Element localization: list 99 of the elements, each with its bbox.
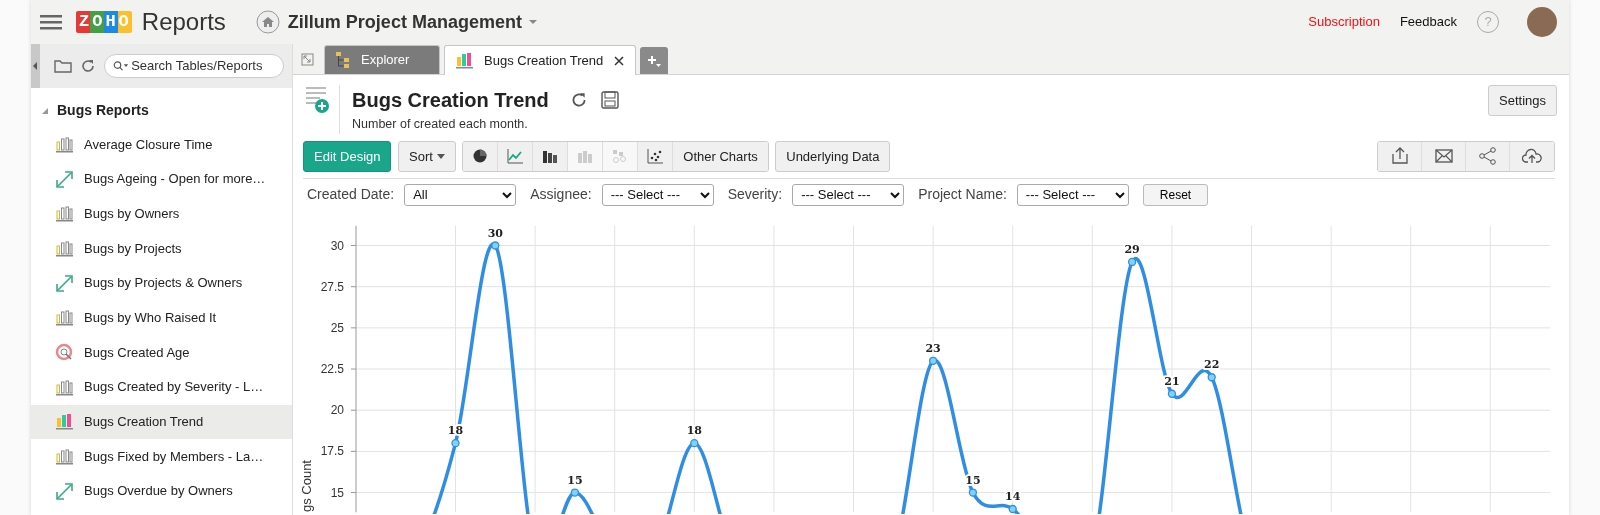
home-icon[interactable] (255, 10, 280, 34)
report-description: Number of created each month. (352, 116, 529, 133)
report-item[interactable]: Bugs by Owners (31, 196, 292, 232)
bar-chart-icon (55, 412, 74, 432)
bar-chart-icon (55, 238, 74, 258)
search-field[interactable]: Search Tables/Reports (104, 54, 284, 78)
collapse-handle[interactable] (31, 44, 40, 88)
sort-button[interactable]: Sort (398, 140, 456, 172)
refresh-icon[interactable] (80, 58, 96, 74)
ring-chart-icon (55, 342, 74, 362)
app-name: Reports (141, 7, 226, 37)
y-axis-label: gs Count (299, 459, 314, 512)
data-point (928, 356, 938, 365)
report-title: Bugs Creation Trend (352, 88, 549, 113)
add-report-icon[interactable] (305, 85, 331, 115)
tree-icon (335, 51, 351, 69)
other-charts-button[interactable]: Other Charts (673, 141, 768, 171)
report-item[interactable]: Bugs by Who Raised It (31, 300, 292, 336)
data-label: 22 (1204, 358, 1220, 371)
plus-icon (647, 54, 662, 67)
bar-chart-icon (455, 51, 474, 70)
new-tab-button[interactable] (640, 47, 669, 74)
data-label: 18 (686, 423, 702, 437)
y-tick-label: 15 (330, 485, 344, 500)
data-point (570, 488, 580, 497)
data-label: 30 (487, 226, 503, 240)
share-button[interactable] (1466, 141, 1510, 171)
header-link[interactable]: Subscription (1308, 12, 1380, 32)
caret-icon[interactable] (527, 19, 538, 25)
bar-chart-icon (55, 134, 74, 154)
data-point (1167, 389, 1177, 398)
filter-label: Assignee: (530, 185, 592, 205)
filter-select[interactable]: --- Select --- (1016, 183, 1129, 206)
export-button[interactable] (1378, 141, 1422, 171)
tab[interactable]: Explorer (324, 45, 440, 74)
diagonal-arrow-icon (55, 273, 74, 293)
data-point (1207, 372, 1216, 382)
report-item[interactable]: Bugs Created by Severity - L… (31, 369, 292, 405)
bar-chart-icon (55, 447, 74, 467)
reset-button[interactable]: Reset (1142, 183, 1209, 206)
scatter-chart-icon (646, 147, 665, 166)
header-link[interactable]: Feedback (1399, 12, 1457, 32)
filter-select[interactable]: --- Select --- (792, 183, 905, 206)
share-icon (1477, 146, 1498, 167)
y-tick-label: 30 (330, 238, 344, 253)
filter-select[interactable]: All (404, 183, 517, 206)
data-point (968, 488, 978, 497)
menu-icon[interactable] (40, 14, 62, 30)
caret-icon (436, 153, 445, 159)
bar-chart-icon (55, 308, 74, 328)
data-point (491, 241, 500, 250)
folder-icon[interactable] (54, 59, 72, 73)
workspace-title[interactable]: Zillum Project Management (287, 8, 522, 36)
diagonal-arrow-icon (55, 481, 74, 501)
close-icon[interactable] (613, 54, 626, 67)
data-point (1127, 257, 1137, 266)
y-tick-label: 25 (330, 320, 344, 335)
expand-icon[interactable] (301, 52, 314, 66)
brand-logo: ZOHO (76, 11, 132, 33)
tab[interactable]: Bugs Creation Trend (444, 45, 637, 75)
avatar[interactable] (1527, 7, 1557, 37)
y-tick-label: 17.5 (320, 444, 344, 459)
y-tick-label: 22.5 (320, 361, 344, 376)
export-icon (1389, 146, 1410, 167)
data-point (451, 438, 460, 448)
data-label: 23 (925, 341, 941, 355)
data-point (690, 438, 699, 448)
data-point (1008, 504, 1017, 513)
chart-type-button[interactable] (463, 141, 499, 171)
bar-chart-icon (55, 204, 74, 224)
data-label: 15 (567, 473, 583, 487)
expand-arrow-icon[interactable] (41, 106, 49, 115)
filter-label: Created Date: (307, 185, 395, 205)
report-item[interactable]: Bugs by Projects (31, 231, 292, 266)
report-item[interactable]: Bugs by Projects & Owners (31, 265, 292, 301)
underlying-data-button[interactable]: Underlying Data (775, 140, 891, 172)
report-item[interactable]: Bugs Fixed by Members - La… (31, 439, 292, 474)
diagonal-arrow-icon (55, 169, 74, 189)
y-tick-label: 27.5 (320, 279, 344, 294)
section-title: Bugs Reports (57, 101, 149, 120)
settings-button[interactable]: Settings (1488, 85, 1557, 116)
chart-type-button[interactable] (533, 141, 569, 171)
line-chart-icon (506, 147, 525, 166)
cloud-upload-button[interactable] (1510, 141, 1554, 171)
bar-chart-icon (55, 377, 74, 397)
filter-select[interactable]: --- Select --- (601, 183, 714, 206)
data-label: 29 (1124, 242, 1140, 256)
y-tick-label: 20 (330, 402, 344, 417)
filter-label: Project Name: (918, 185, 1007, 205)
mail-button[interactable] (1422, 141, 1466, 171)
report-item[interactable]: Bugs Creation Trend (31, 404, 292, 440)
search-icon (113, 60, 130, 72)
data-label: 14 (1005, 489, 1021, 503)
report-item[interactable]: Bugs Overdue by Owners (31, 473, 292, 509)
report-item[interactable]: Average Closure Time (31, 127, 292, 162)
report-item[interactable]: Bugs Ageing - Open for more… (31, 161, 292, 197)
filter-label: Severity: (727, 185, 783, 205)
report-item[interactable]: Bugs Created Age (31, 335, 292, 370)
save-icon[interactable] (600, 91, 619, 109)
